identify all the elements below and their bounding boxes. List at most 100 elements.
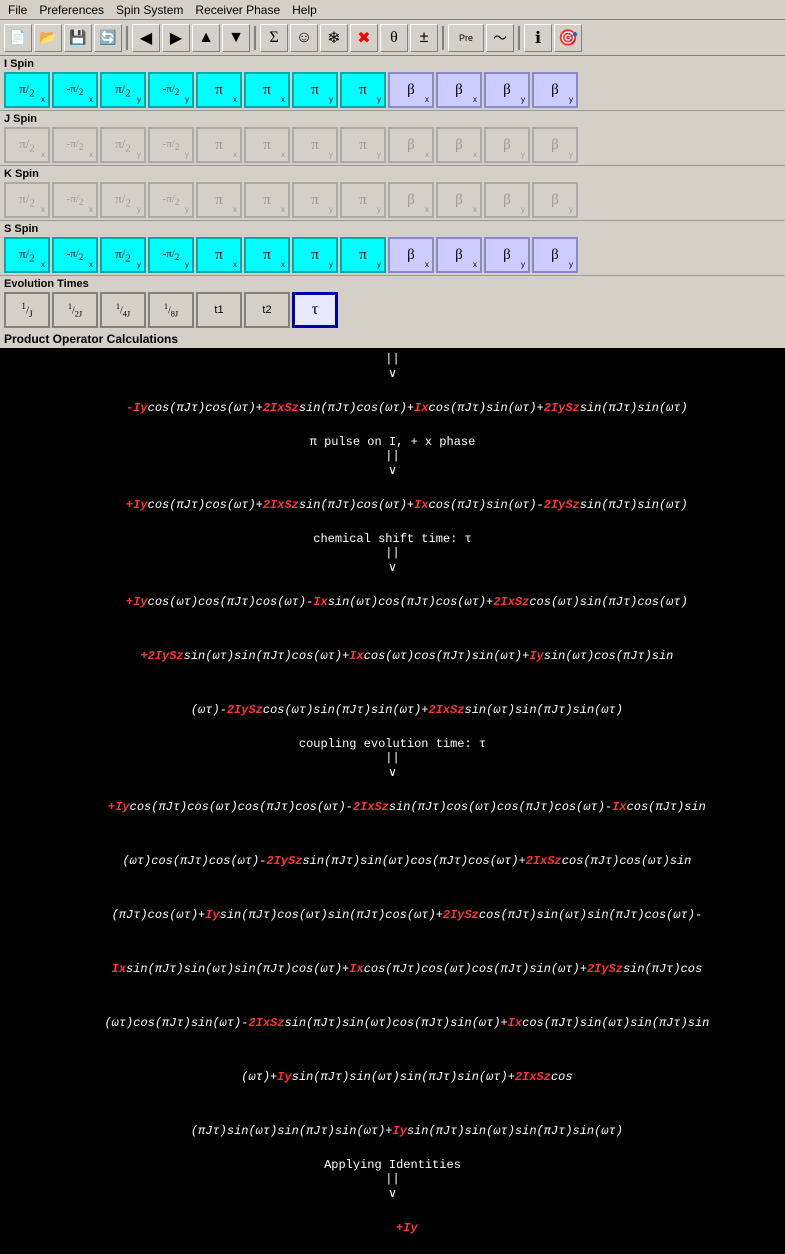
i-spin-section: I Spin π/2x -π/2x π/2y -π/2y πx πx πy πy… (0, 56, 785, 111)
toolbar-pre-btn[interactable]: Pre (448, 24, 484, 52)
j-spin-buttons: π/2x -π/2x π/2y -π/2y πx πx πy πy βx βx … (4, 127, 781, 163)
evol-btn-t2[interactable]: t2 (244, 292, 290, 328)
toolbar-info-btn[interactable]: ℹ (524, 24, 552, 52)
toolbar-pm-btn[interactable]: ± (410, 24, 438, 52)
i-spin-btn-10[interactable]: βy (484, 72, 530, 108)
s-spin-btn-0[interactable]: π/2x (4, 237, 50, 273)
i-spin-btn-3[interactable]: -π/2y (148, 72, 194, 108)
k-spin-btn-3[interactable]: -π/2y (148, 182, 194, 218)
menu-preferences[interactable]: Preferences (33, 1, 110, 19)
label-coupling: coupling evolution time: τ (4, 737, 781, 751)
s-spin-btn-7[interactable]: πy (340, 237, 386, 273)
arrow-line-1: || (4, 352, 781, 366)
k-spin-btn-5[interactable]: πx (244, 182, 290, 218)
math-line-3: +Iycos(ωτ)cos(πJτ)cos(ωτ)-Ixsin(ωτ)cos(π… (4, 575, 781, 629)
label-chem-shift: chemical shift time: τ (4, 532, 781, 546)
s-spin-btn-11[interactable]: βy (532, 237, 578, 273)
s-spin-btn-1[interactable]: -π/2x (52, 237, 98, 273)
k-spin-btn-10[interactable]: βy (484, 182, 530, 218)
toolbar-sigma-btn[interactable]: Σ (260, 24, 288, 52)
toolbar-smiley-btn[interactable]: ☺ (290, 24, 318, 52)
i-spin-btn-6[interactable]: πy (292, 72, 338, 108)
j-spin-btn-6[interactable]: πy (292, 127, 338, 163)
i-spin-btn-7[interactable]: πy (340, 72, 386, 108)
i-spin-btn-4[interactable]: πx (196, 72, 242, 108)
s-spin-btn-5[interactable]: πx (244, 237, 290, 273)
menu-receiver-phase[interactable]: Receiver Phase (189, 1, 286, 19)
j-spin-btn-8[interactable]: βx (388, 127, 434, 163)
evol-btn-4j[interactable]: 1/4J (100, 292, 146, 328)
k-spin-btn-7[interactable]: πy (340, 182, 386, 218)
k-spin-btn-6[interactable]: πy (292, 182, 338, 218)
menu-file[interactable]: File (2, 1, 33, 19)
s-spin-btn-10[interactable]: βy (484, 237, 530, 273)
j-spin-btn-0[interactable]: π/2x (4, 127, 50, 163)
s-spin-btn-6[interactable]: πy (292, 237, 338, 273)
evolution-times-buttons: 1/J 1/2J 1/4J 1/8J t1 t2 τ (4, 292, 781, 328)
toolbar-up-btn[interactable]: ▲ (192, 24, 220, 52)
s-spin-btn-3[interactable]: -π/2y (148, 237, 194, 273)
menu-bar: File Preferences Spin System Receiver Ph… (0, 0, 785, 20)
toolbar-target-btn[interactable]: 🎯 (554, 24, 582, 52)
s-spin-btn-2[interactable]: π/2y (100, 237, 146, 273)
toolbar-save-btn[interactable]: 💾 (64, 24, 92, 52)
toolbar-redx-btn[interactable]: ✖ (350, 24, 378, 52)
j-spin-btn-7[interactable]: πy (340, 127, 386, 163)
i-spin-label: I Spin (4, 58, 781, 70)
toolbar-down-btn[interactable]: ▼ (222, 24, 250, 52)
k-spin-btn-1[interactable]: -π/2x (52, 182, 98, 218)
j-spin-btn-10[interactable]: βy (484, 127, 530, 163)
arrow-line-5: || (4, 546, 781, 560)
toolbar-back-btn[interactable]: ◀ (132, 24, 160, 52)
menu-spin-system[interactable]: Spin System (110, 1, 189, 19)
toolbar-forward-btn[interactable]: ▶ (162, 24, 190, 52)
k-spin-btn-9[interactable]: βx (436, 182, 482, 218)
math-line-8: (πJτ)cos(ωτ)+Iysin(πJτ)cos(ωτ)sin(πJτ)co… (4, 888, 781, 942)
toolbar-sep-1 (126, 26, 128, 50)
i-spin-btn-11[interactable]: βy (532, 72, 578, 108)
math-line-7: (ωτ)cos(πJτ)cos(ωτ)-2IySzsin(πJτ)sin(ωτ)… (4, 834, 781, 888)
i-spin-btn-1[interactable]: -π/2x (52, 72, 98, 108)
math-line-2: +Iycos(πJτ)cos(ωτ)+2IxSzsin(πJτ)cos(ωτ)+… (4, 478, 781, 532)
toolbar-wave-btn[interactable]: 〜 (486, 24, 514, 52)
toolbar-theta-btn[interactable]: θ (380, 24, 408, 52)
j-spin-btn-4[interactable]: πx (196, 127, 242, 163)
toolbar-sep-3 (442, 26, 444, 50)
menu-help[interactable]: Help (286, 1, 323, 19)
k-spin-btn-4[interactable]: πx (196, 182, 242, 218)
evol-btn-tau[interactable]: τ (292, 292, 338, 328)
k-spin-btn-0[interactable]: π/2x (4, 182, 50, 218)
i-spin-btn-2[interactable]: π/2y (100, 72, 146, 108)
product-operator-title: Product Operator Calculations (0, 330, 785, 348)
evol-btn-1j[interactable]: 1/J (4, 292, 50, 328)
j-spin-btn-9[interactable]: βx (436, 127, 482, 163)
k-spin-btn-2[interactable]: π/2y (100, 182, 146, 218)
i-spin-btn-8[interactable]: βx (388, 72, 434, 108)
j-spin-btn-5[interactable]: πx (244, 127, 290, 163)
evol-btn-t1[interactable]: t1 (196, 292, 242, 328)
i-spin-btn-0[interactable]: π/2x (4, 72, 50, 108)
k-spin-btn-8[interactable]: βx (388, 182, 434, 218)
i-spin-btn-5[interactable]: πx (244, 72, 290, 108)
math-line-5: (ωτ)-2IySzcos(ωτ)sin(πJτ)sin(ωτ)+2IxSzsi… (4, 683, 781, 737)
k-spin-btn-11[interactable]: βy (532, 182, 578, 218)
arrow-line-8: ∨ (4, 765, 781, 780)
toolbar-sep-2 (254, 26, 256, 50)
j-spin-btn-1[interactable]: -π/2x (52, 127, 98, 163)
j-spin-btn-11[interactable]: βy (532, 127, 578, 163)
evol-btn-2j[interactable]: 1/2J (52, 292, 98, 328)
toolbar-refresh-btn[interactable]: 🔄 (94, 24, 122, 52)
label-applying: Applying Identities (4, 1158, 781, 1172)
evol-btn-8j[interactable]: 1/8J (148, 292, 194, 328)
j-spin-btn-2[interactable]: π/2y (100, 127, 146, 163)
toolbar-new-btn[interactable]: 📄 (4, 24, 32, 52)
arrow-line-10: ∨ (4, 1186, 781, 1201)
s-spin-btn-9[interactable]: βx (436, 237, 482, 273)
s-spin-btn-8[interactable]: βx (388, 237, 434, 273)
j-spin-btn-3[interactable]: -π/2y (148, 127, 194, 163)
toolbar-snow-btn[interactable]: ❄ (320, 24, 348, 52)
math-line-12: (πJτ)sin(ωτ)sin(πJτ)sin(ωτ)+Iysin(πJτ)si… (4, 1104, 781, 1158)
toolbar-open-btn[interactable]: 📂 (34, 24, 62, 52)
i-spin-btn-9[interactable]: βx (436, 72, 482, 108)
s-spin-btn-4[interactable]: πx (196, 237, 242, 273)
